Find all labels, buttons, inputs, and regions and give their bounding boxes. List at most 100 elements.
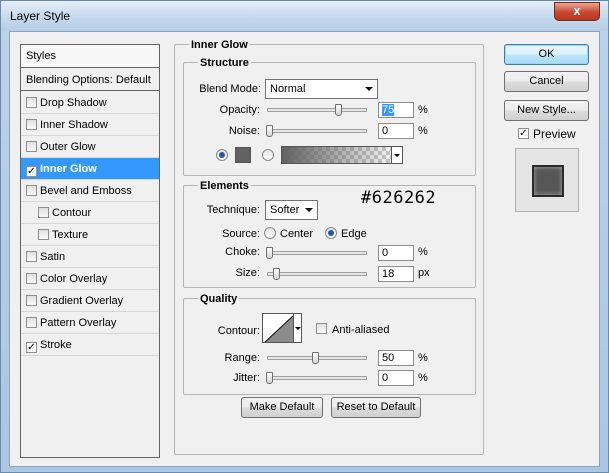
contour-dropdown-button[interactable]: [293, 313, 302, 343]
quality-group: Quality Contour: Anti-aliased Range: 50 …: [183, 293, 476, 395]
new-style-button[interactable]: New Style...: [504, 100, 589, 121]
style-item[interactable]: Color Overlay: [21, 268, 159, 290]
style-item[interactable]: Bevel and Emboss: [21, 180, 159, 202]
preview-thumbnail: [515, 148, 579, 212]
style-checkbox[interactable]: [26, 97, 37, 108]
choke-input[interactable]: 0: [378, 245, 414, 261]
technique-select[interactable]: Softer: [265, 200, 318, 220]
choke-slider-thumb[interactable]: [266, 247, 273, 259]
size-label: Size:: [235, 267, 260, 279]
source-center-label[interactable]: Center: [280, 227, 313, 241]
style-item-label: Color Overlay: [40, 273, 108, 285]
preview-label[interactable]: Preview: [533, 127, 576, 141]
size-slider[interactable]: [267, 272, 367, 276]
elements-group: Elements #626262 Technique: Softer Sourc…: [183, 180, 476, 288]
opacity-slider[interactable]: [267, 108, 367, 112]
range-input[interactable]: 50: [378, 350, 414, 366]
style-item[interactable]: Contour: [21, 202, 159, 224]
technique-label: Technique:: [206, 204, 260, 216]
jitter-slider-thumb[interactable]: [266, 372, 273, 384]
style-item[interactable]: Drop Shadow: [21, 92, 159, 114]
gradient-dropdown-button[interactable]: [391, 146, 403, 164]
style-item[interactable]: Inner Shadow: [21, 114, 159, 136]
style-checkbox[interactable]: ✓: [26, 166, 37, 177]
style-item[interactable]: Gradient Overlay: [21, 290, 159, 312]
color-fill-radio[interactable]: [216, 149, 228, 161]
jitter-input[interactable]: 0: [378, 370, 414, 386]
opacity-input[interactable]: 75: [378, 102, 414, 118]
ok-button[interactable]: OK: [504, 44, 589, 65]
style-item-label: Gradient Overlay: [40, 295, 124, 307]
choke-slider[interactable]: [267, 251, 367, 255]
noise-label: Noise:: [228, 125, 260, 137]
contour-curve-icon: [264, 315, 293, 342]
anti-aliased-checkbox[interactable]: [316, 323, 327, 334]
noise-slider-thumb[interactable]: [266, 125, 273, 137]
source-center-radio[interactable]: [264, 227, 276, 239]
choke-label: Choke:: [225, 246, 260, 258]
style-checkbox[interactable]: [38, 229, 49, 240]
opacity-unit: %: [418, 104, 428, 116]
close-button[interactable]: x: [554, 2, 600, 21]
style-item[interactable]: ✓ Stroke: [21, 334, 159, 356]
jitter-slider[interactable]: [267, 376, 367, 380]
color-hex-annotation: #626262: [361, 188, 437, 208]
style-item-label: Pattern Overlay: [40, 317, 117, 329]
noise-input[interactable]: 0: [378, 123, 414, 139]
blend-mode-select[interactable]: Normal: [265, 79, 378, 99]
style-checkbox[interactable]: [26, 273, 37, 284]
styles-header[interactable]: Styles: [21, 45, 159, 68]
source-edge-radio[interactable]: [325, 227, 337, 239]
noise-slider[interactable]: [267, 129, 367, 133]
cancel-button[interactable]: Cancel: [504, 71, 589, 92]
reset-to-default-button[interactable]: Reset to Default: [331, 397, 421, 418]
elements-title: Elements: [198, 180, 251, 192]
style-checkbox[interactable]: [26, 317, 37, 328]
styles-list: Styles Blending Options: Default Drop Sh…: [20, 44, 160, 458]
style-checkbox[interactable]: [26, 119, 37, 130]
style-item[interactable]: Pattern Overlay: [21, 312, 159, 334]
gradient-fill-radio[interactable]: [262, 149, 274, 161]
style-item[interactable]: Texture: [21, 224, 159, 246]
style-item-label: Bevel and Emboss: [40, 185, 132, 197]
contour-picker[interactable]: [262, 313, 294, 343]
style-checkbox[interactable]: [26, 251, 37, 262]
source-label: Source:: [222, 228, 260, 240]
style-checkbox[interactable]: [38, 207, 49, 218]
style-item-label: Satin: [40, 251, 66, 263]
blending-options-item[interactable]: Blending Options: Default: [21, 69, 159, 91]
title-bar[interactable]: Layer Style x: [1, 1, 608, 31]
style-checkbox[interactable]: [26, 141, 37, 152]
range-slider-thumb[interactable]: [312, 352, 319, 364]
gradient-picker[interactable]: [281, 146, 401, 164]
glow-color-swatch[interactable]: [235, 147, 251, 163]
opacity-slider-thumb[interactable]: [335, 104, 342, 116]
chevron-down-icon: [365, 87, 373, 91]
style-checkbox[interactable]: ✓: [26, 342, 37, 353]
opacity-value: 75: [382, 104, 395, 116]
range-unit: %: [418, 352, 428, 364]
jitter-label: Jitter:: [233, 372, 260, 384]
opacity-label: Opacity:: [219, 104, 260, 116]
contour-label: Contour:: [217, 325, 260, 337]
make-default-button[interactable]: Make Default: [241, 397, 323, 418]
source-edge-label[interactable]: Edge: [341, 227, 367, 241]
size-unit: px: [418, 267, 430, 279]
technique-value: Softer: [270, 204, 300, 216]
size-input[interactable]: 18: [378, 266, 414, 282]
style-item-label: Inner Shadow: [40, 119, 108, 131]
anti-aliased-label[interactable]: Anti-aliased: [332, 323, 389, 337]
jitter-unit: %: [418, 372, 428, 384]
preview-swatch: [532, 165, 564, 197]
style-item[interactable]: Outer Glow: [21, 136, 159, 158]
preview-checkbox[interactable]: ✓: [518, 128, 529, 139]
choke-unit: %: [418, 246, 428, 258]
range-label: Range:: [224, 352, 260, 364]
chevron-down-icon: [305, 208, 313, 212]
size-slider-thumb[interactable]: [272, 268, 280, 280]
style-item[interactable]: Satin: [21, 246, 159, 268]
style-checkbox[interactable]: [26, 185, 37, 196]
style-item[interactable]: ✓ Inner Glow: [21, 158, 159, 180]
style-checkbox[interactable]: [26, 295, 37, 306]
structure-title: Structure: [198, 57, 251, 69]
